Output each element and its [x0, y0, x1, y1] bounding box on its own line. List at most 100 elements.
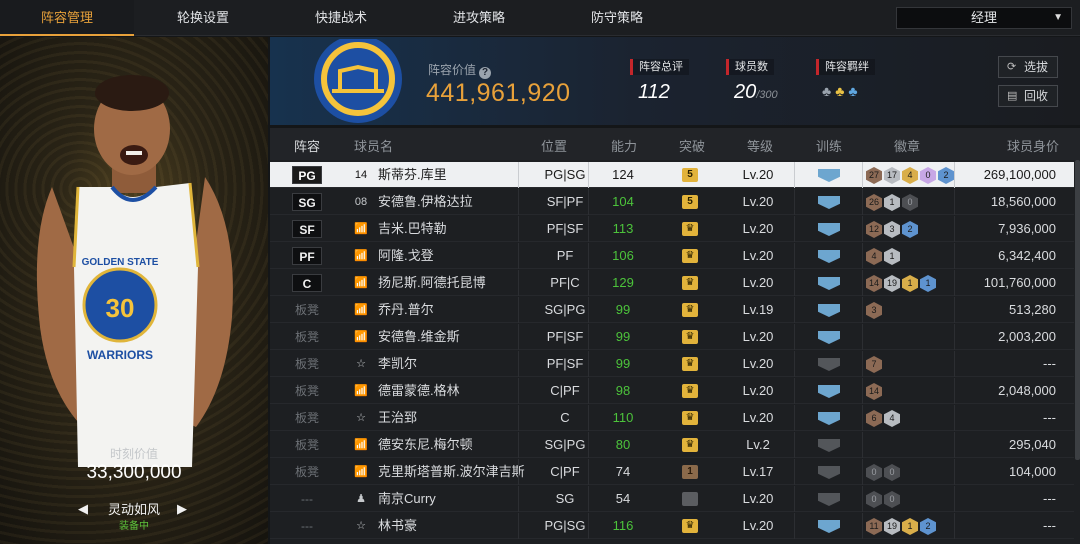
header-value[interactable]: 球员身价 [1007, 136, 1059, 155]
training-icon[interactable] [818, 493, 840, 506]
lineup-slot[interactable]: 板凳 [292, 355, 322, 373]
header-level[interactable]: 等级 [747, 136, 773, 155]
player-value: 7,936,000 [998, 221, 1056, 236]
training-icon[interactable] [818, 331, 840, 344]
column-divider [954, 324, 955, 350]
refresh-icon: ⟳ [1007, 61, 1017, 73]
draft-button[interactable]: ⟳ 选拔 [998, 56, 1058, 78]
table-row[interactable]: 板凳 📶 乔丹.普尔 SG|PG 99 ♛ Lv.19 3 513,280 [270, 297, 1074, 323]
player-number-icon: 📶 [354, 250, 368, 262]
header-training[interactable]: 训练 [816, 136, 842, 155]
player-ability: 99 [615, 329, 631, 344]
column-divider [588, 351, 589, 377]
player-value: 2,003,200 [998, 329, 1056, 344]
lineup-slot[interactable]: 板凳 [292, 409, 322, 427]
training-icon[interactable] [818, 385, 840, 398]
lineup-slot[interactable]: SF [292, 220, 322, 238]
recycle-button[interactable]: ▤ 回收 [998, 85, 1058, 107]
player-name: 阿隆.戈登 [378, 248, 434, 263]
column-divider [518, 405, 519, 431]
lineup-slot[interactable]: --- [292, 490, 322, 508]
training-icon[interactable] [818, 358, 840, 371]
column-divider [862, 486, 863, 512]
player-level: Lv.20 [742, 329, 774, 344]
next-arrow-icon[interactable]: ▶ [177, 501, 187, 517]
badge-icon: 4 [884, 410, 900, 427]
table-row[interactable]: --- ☆ 林书豪 PG|SG 116 ♛ Lv.20 11 19 1 2 --- [270, 513, 1074, 539]
training-icon[interactable] [818, 520, 840, 533]
lineup-slot[interactable]: PG [292, 166, 322, 184]
table-row[interactable]: 板凳 📶 克里斯塔普斯.波尔津吉斯 C|PF 74 1 Lv.17 0 0 104,000 [270, 459, 1074, 485]
lineup-slot[interactable]: SG [292, 193, 322, 211]
column-divider [862, 351, 863, 377]
lineup-slot[interactable]: 板凳 [292, 301, 322, 319]
training-icon[interactable] [818, 466, 840, 479]
moment-value: 33,300,000 [86, 462, 182, 483]
header-name[interactable]: 球员名 [354, 136, 393, 155]
training-icon[interactable] [818, 250, 840, 263]
tab-defense[interactable]: 防守策略 [550, 0, 684, 36]
lineup-slot[interactable]: 板凳 [292, 328, 322, 346]
table-row[interactable]: 板凳 📶 安德鲁.维金斯 PF|SF 99 ♛ Lv.20 2,003,200 [270, 324, 1074, 350]
header-breach[interactable]: 突破 [679, 136, 705, 155]
header-position[interactable]: 位置 [541, 136, 567, 155]
badge-icon: 2 [902, 221, 918, 238]
lineup-slot[interactable]: 板凳 [292, 382, 322, 400]
column-divider [862, 162, 863, 188]
column-divider [518, 243, 519, 269]
lineup-slot[interactable]: 板凳 [292, 436, 322, 454]
column-divider [518, 162, 519, 188]
training-icon[interactable] [818, 169, 840, 182]
lineup-slot[interactable]: PF [292, 247, 322, 265]
column-divider [862, 243, 863, 269]
table-row[interactable]: SF 📶 吉米.巴特勒 PF|SF 113 ♛ Lv.20 12 3 2 7,936,000 [270, 216, 1074, 242]
column-divider [862, 459, 863, 485]
player-name: 南京Curry [378, 491, 436, 506]
player-ability: 110 [612, 410, 634, 425]
header-ability[interactable]: 能力 [611, 136, 637, 155]
table-row[interactable]: 板凳 ☆ 李凯尔 PF|SF 99 ♛ Lv.20 7 --- [270, 351, 1074, 377]
tab-rotation[interactable]: 轮换设置 [136, 0, 270, 36]
column-divider [954, 513, 955, 539]
bond-icons[interactable]: ♣ ♣ ♣ [822, 83, 862, 99]
lineup-slot[interactable]: --- [292, 517, 322, 535]
column-divider [862, 432, 863, 458]
lineup-slot[interactable]: 板凳 [292, 463, 322, 481]
tab-lineup[interactable]: 阵容管理 [0, 0, 134, 36]
training-icon[interactable] [818, 196, 840, 209]
manager-dropdown[interactable]: 经理 ▼ [896, 7, 1072, 29]
training-icon[interactable] [818, 277, 840, 290]
training-icon[interactable] [818, 223, 840, 236]
column-divider [954, 405, 955, 431]
training-icon[interactable] [818, 304, 840, 317]
tab-quick-tactics[interactable]: 快捷战术 [274, 0, 408, 36]
table-row[interactable]: PF 📶 阿隆.戈登 PF 106 ♛ Lv.20 4 1 6,342,400 [270, 243, 1074, 269]
player-name: 德雷蒙德.格林 [378, 383, 460, 398]
badge-icon: 1 [884, 194, 900, 211]
player-level: Lv.19 [742, 302, 774, 317]
table-row[interactable]: SG 08 安德鲁.伊格达拉 SF|PF 104 5 Lv.20 26 1 0 18,560,000 [270, 189, 1074, 215]
table-row[interactable]: C 📶 扬尼斯.阿德托昆博 PF|C 129 ♛ Lv.20 14 19 1 1 101,760,00… [270, 270, 1074, 296]
scrollbar[interactable] [1075, 160, 1080, 460]
player-name: 扬尼斯.阿德托昆博 [378, 275, 486, 290]
player-name: 林书豪 [378, 518, 418, 533]
header-lineup[interactable]: 阵容 [294, 136, 320, 155]
training-icon[interactable] [818, 412, 840, 425]
table-row[interactable]: 板凳 📶 德雷蒙德.格林 C|PF 98 ♛ Lv.20 14 2,048,000 [270, 378, 1074, 404]
lineup-slot[interactable]: C [292, 274, 322, 292]
column-divider [794, 270, 795, 296]
table-row[interactable]: 板凳 📶 德安东尼.梅尔顿 SG|PG 80 ♛ Lv.2 295,040 [270, 432, 1074, 458]
column-divider [518, 486, 519, 512]
player-value: --- [1043, 410, 1056, 425]
roster-table: 阵容 球员名 位置 能力 突破 等级 训练 徽章 球员身价 PG 14 斯蒂芬.库里… [270, 128, 1080, 544]
table-row[interactable]: --- ♟ 南京Curry SG 54 Lv.20 0 0 --- [270, 486, 1074, 512]
help-icon[interactable]: ? [479, 67, 492, 79]
column-divider [862, 324, 863, 350]
training-icon[interactable] [818, 439, 840, 452]
table-row[interactable]: 板凳 ☆ 王治郅 C 110 ♛ Lv.20 6 4 --- [270, 405, 1074, 431]
table-row[interactable]: PG 14 斯蒂芬.库里 PG|SG 124 5 Lv.20 27 17 4 0 2 269,100,0… [270, 162, 1074, 188]
header-badges[interactable]: 徽章 [894, 136, 920, 155]
player-number-icon: 08 [354, 196, 368, 208]
badge-icon: 0 [866, 491, 882, 508]
tab-offense[interactable]: 进攻策略 [412, 0, 546, 36]
